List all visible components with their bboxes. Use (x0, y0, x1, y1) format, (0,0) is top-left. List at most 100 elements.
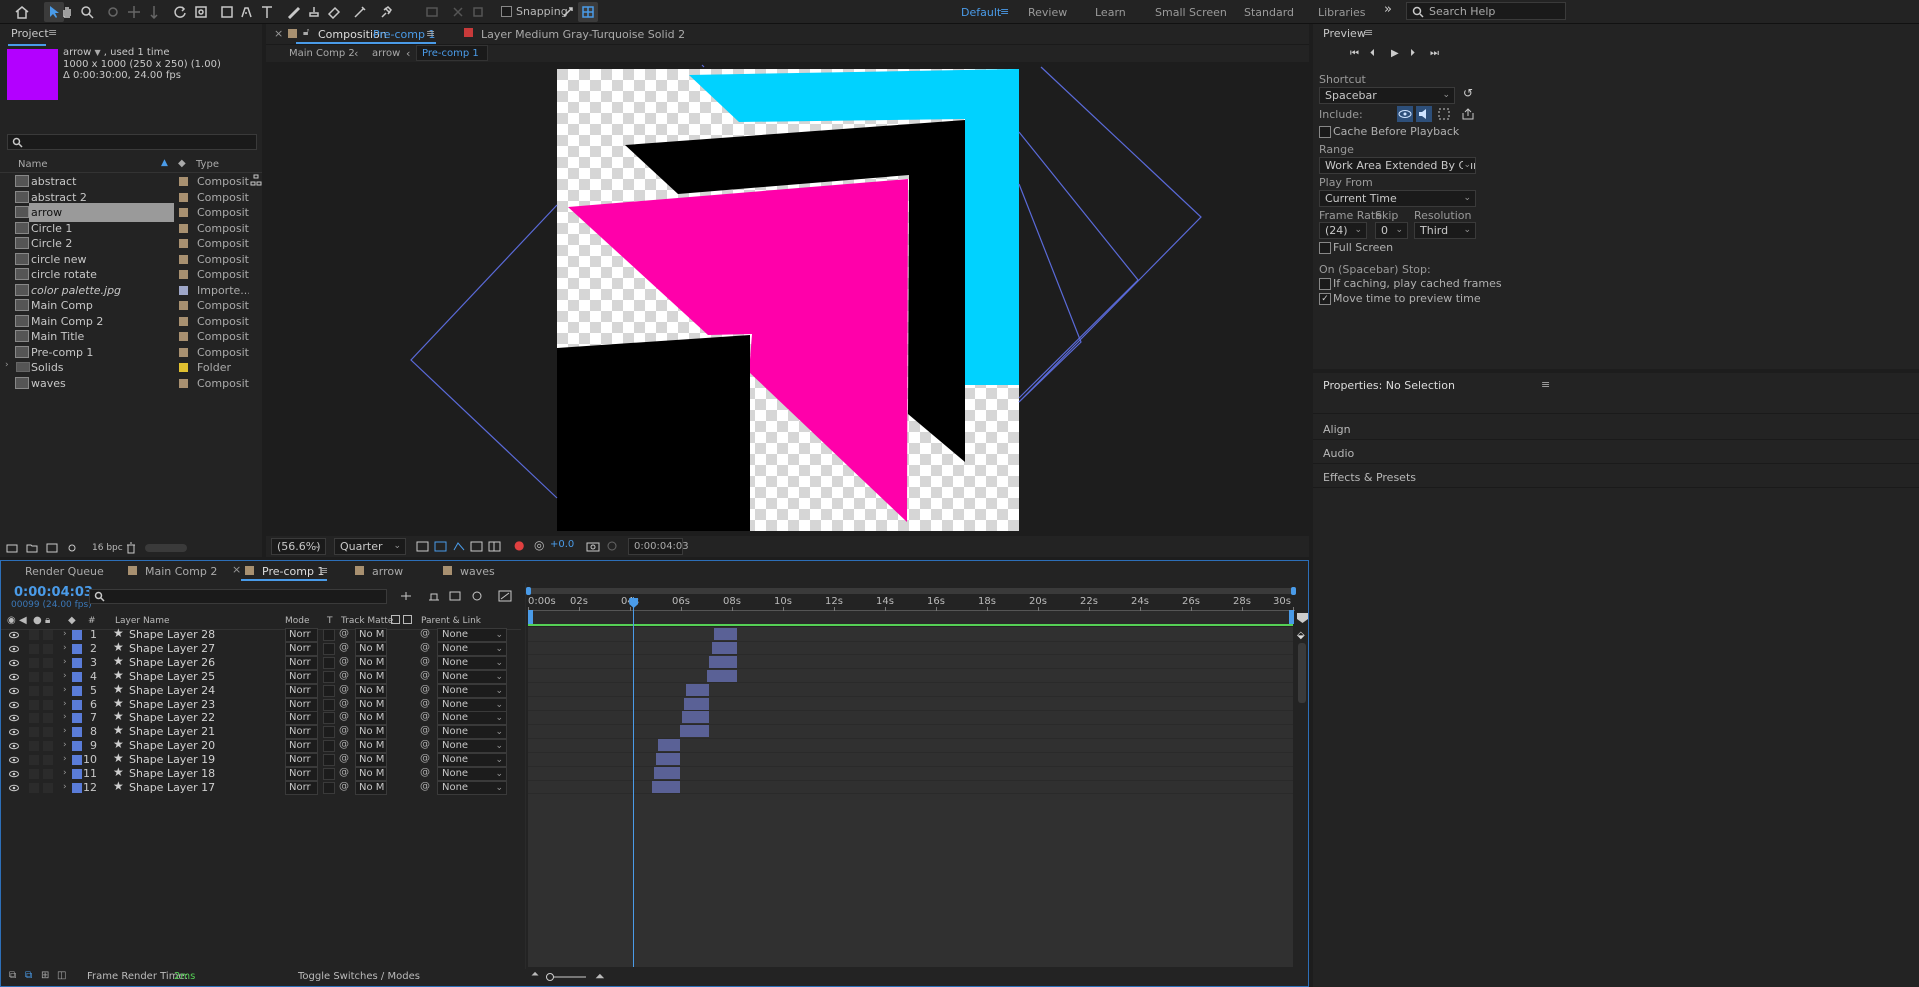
parent-dropdown[interactable]: None ⌄ (437, 780, 507, 795)
pick-whip-icon[interactable]: @ (339, 656, 349, 667)
effects-presets-section[interactable]: Effects & Presets (1323, 471, 1416, 484)
preserve-transparency-toggle[interactable] (323, 740, 335, 753)
blend-mode-dropdown[interactable]: Norr (285, 641, 318, 656)
resolution-dropdown[interactable]: Quarter ⌄ (334, 538, 406, 555)
brush-tool-icon[interactable] (284, 2, 304, 22)
layer-duration-bar[interactable] (682, 711, 710, 724)
preserve-transparency-toggle[interactable] (323, 642, 335, 655)
parent-pick-whip-icon[interactable]: @ (420, 642, 430, 653)
layer-name[interactable]: Shape Layer 28 (129, 628, 215, 641)
eye-icon[interactable] (9, 659, 19, 667)
blend-mode-dropdown[interactable]: Norr (285, 780, 318, 795)
layer-name[interactable]: Shape Layer 20 (129, 739, 215, 752)
label-swatch[interactable] (179, 363, 188, 372)
timeline-search-input[interactable] (89, 589, 387, 604)
frame-blending-icon[interactable] (470, 590, 484, 602)
solo-switch[interactable] (29, 630, 39, 640)
close-tab-icon[interactable]: × (274, 27, 283, 40)
workspace-menu-icon[interactable]: ≡ (1000, 5, 1009, 18)
layer-name[interactable]: Shape Layer 23 (129, 698, 215, 711)
clone-stamp-icon[interactable] (304, 2, 324, 22)
cache-before-playback-checkbox[interactable] (1319, 126, 1331, 138)
parent-pick-whip-icon[interactable]: @ (420, 767, 430, 778)
composition-canvas[interactable] (266, 62, 1309, 534)
rectangle-tool-icon[interactable] (217, 2, 237, 22)
pick-whip-icon[interactable]: @ (339, 698, 349, 709)
parent-pick-whip-icon[interactable]: @ (420, 739, 430, 750)
track-matte-dropdown[interactable]: No M (355, 767, 387, 781)
blend-mode-dropdown[interactable]: Norr (285, 739, 318, 754)
move-time-checkbox[interactable]: ✓ (1319, 293, 1331, 305)
solo-switch[interactable] (29, 643, 39, 654)
twirl-icon[interactable]: › (63, 712, 67, 722)
solo-switch[interactable] (29, 713, 39, 724)
snap-pin-icon[interactable] (468, 2, 488, 22)
pick-whip-icon[interactable]: @ (339, 642, 349, 653)
solo-switch[interactable] (29, 657, 39, 668)
time-ruler[interactable]: 0:00s02s04s06s08s10s12s14s16s18s20s22s24… (528, 595, 1295, 611)
more-workspaces-icon[interactable]: » (1384, 2, 1392, 17)
work-area-bar[interactable] (528, 610, 1294, 626)
pick-whip-icon[interactable]: @ (339, 628, 349, 639)
solo-switch[interactable] (29, 699, 39, 710)
blend-mode-dropdown[interactable]: Norr (285, 697, 318, 712)
lock-switch[interactable] (43, 782, 53, 793)
properties-menu-icon[interactable]: ≡ (1541, 378, 1550, 391)
breadcrumb-arrow[interactable]: arrow (372, 48, 400, 59)
solo-switch[interactable] (29, 685, 39, 696)
hand-tool-icon[interactable] (57, 2, 77, 22)
eye-icon[interactable] (9, 687, 19, 695)
label-swatch[interactable] (179, 301, 188, 310)
breadcrumb-main-comp-2[interactable]: Main Comp 2 (289, 48, 355, 59)
exposure-value[interactable]: +0.0 (550, 539, 574, 550)
parent-dropdown[interactable]: None ⌄ (437, 669, 507, 684)
preserve-transparency-toggle[interactable] (323, 670, 335, 683)
parent-pick-whip-icon[interactable]: @ (420, 711, 430, 722)
layer-name[interactable]: Shape Layer 24 (129, 684, 215, 697)
workspace-default[interactable]: Default (961, 6, 1001, 19)
eye-icon[interactable] (9, 728, 19, 736)
zoom-in-icon[interactable]: ⏶ (595, 969, 605, 984)
align-section[interactable]: Align (1323, 423, 1351, 436)
bit-depth-button[interactable]: 16 bpc (92, 543, 123, 553)
column-name[interactable]: Name (18, 159, 48, 170)
range-dropdown[interactable]: Work Area Extended By Current...⌄ (1319, 157, 1476, 174)
color-management-icon[interactable]: ◎ (534, 538, 544, 552)
type-tool-icon[interactable] (257, 2, 277, 22)
include-video-icon[interactable] (1397, 106, 1413, 122)
eye-icon[interactable] (9, 770, 19, 778)
preview-menu-icon[interactable]: ≡ (1364, 26, 1373, 39)
preserve-transparency-toggle[interactable] (323, 768, 335, 780)
layer-name[interactable]: Shape Layer 19 (129, 753, 215, 766)
parent-pick-whip-icon[interactable]: @ (420, 670, 430, 681)
label-column-icon[interactable]: ◆ (178, 158, 186, 169)
preserve-transparency-toggle[interactable] (323, 726, 335, 739)
track-matte-dropdown[interactable]: No M (355, 753, 387, 768)
pick-whip-icon[interactable]: @ (339, 781, 349, 792)
workspace-learn[interactable]: Learn (1095, 6, 1126, 19)
label-swatch[interactable] (179, 192, 188, 202)
skip-dropdown[interactable]: 0 ⌄ (1375, 222, 1408, 239)
eye-icon[interactable] (9, 756, 19, 764)
lock-switch[interactable] (43, 685, 53, 696)
layer-name[interactable]: Shape Layer 26 (129, 656, 215, 669)
video-switch-icon[interactable]: ◉ (7, 615, 16, 626)
layer-duration-bar[interactable] (706, 669, 738, 682)
next-frame-icon[interactable]: ⏵︎ (1410, 48, 1415, 59)
blend-mode-dropdown[interactable]: Norr (285, 683, 318, 698)
magnification-dropdown[interactable]: (56.6%) ⌄ (271, 538, 326, 555)
blend-mode-dropdown[interactable]: Norr (285, 711, 318, 726)
twirl-icon[interactable]: › (63, 782, 67, 792)
lock-switch[interactable] (43, 741, 53, 752)
layer-name[interactable]: Shape Layer 21 (129, 725, 215, 738)
label-icon[interactable]: ◆ (68, 615, 76, 626)
workspace-standard[interactable]: Standard (1244, 6, 1294, 19)
pick-whip-icon[interactable]: @ (339, 670, 349, 681)
frame-rate-dropdown[interactable]: (24) ⌄ (1319, 222, 1367, 239)
trash-icon[interactable] (125, 542, 137, 554)
first-frame-icon[interactable]: ⏮ (1350, 48, 1359, 59)
parent-pick-whip-icon[interactable]: @ (420, 781, 430, 792)
layer-duration-bar[interactable] (711, 641, 738, 654)
layer-duration-bar[interactable] (686, 683, 710, 696)
render-time-icon[interactable]: ◫ (57, 970, 66, 981)
